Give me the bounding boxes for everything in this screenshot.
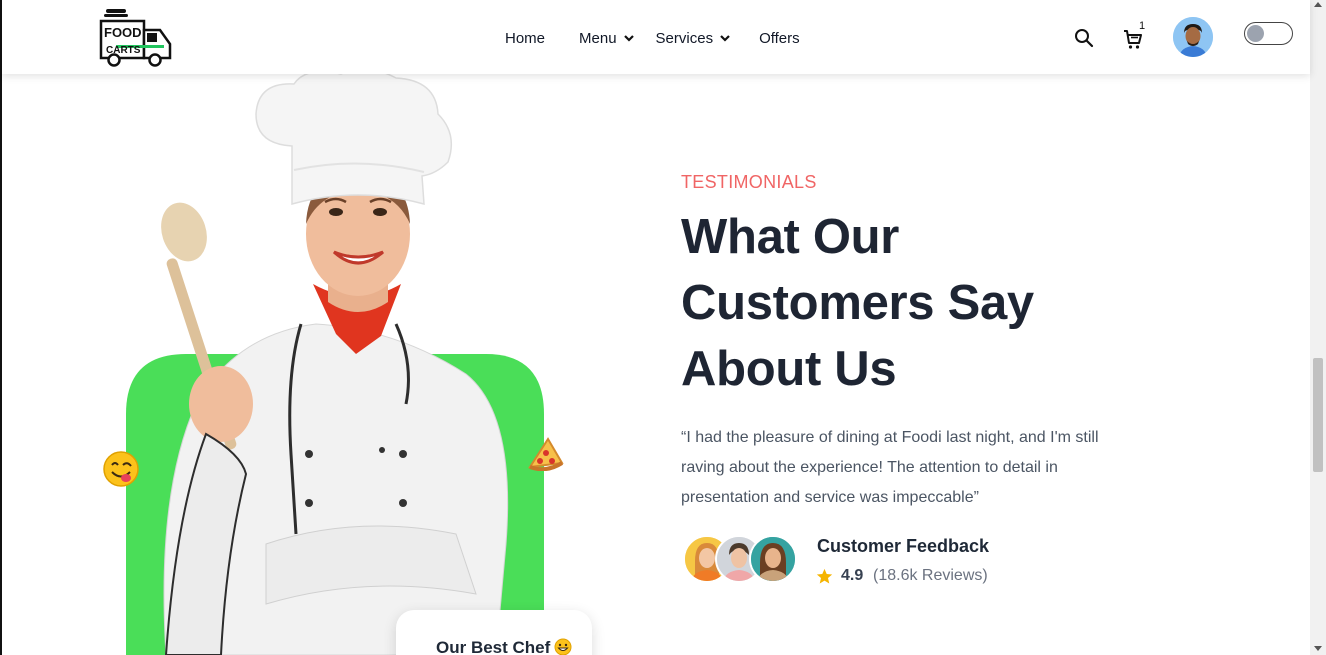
food-carts-logo[interactable]: FOOD CARTS xyxy=(98,8,176,68)
nav-services-dropdown[interactable]: Services xyxy=(656,28,732,48)
nav-home-link[interactable]: Home xyxy=(505,28,545,48)
customer-feedback-title: Customer Feedback xyxy=(817,536,990,556)
chevron-down-icon xyxy=(623,35,634,42)
nav-menu-label: Menu xyxy=(579,29,617,47)
chevron-down-icon xyxy=(720,35,730,42)
customer-avatar xyxy=(749,535,797,583)
nav-offers-label: Offers xyxy=(759,29,800,47)
section-title: What Our Customers Say About Us xyxy=(681,210,1034,396)
customer-avatar-icon xyxy=(751,537,795,581)
testimonials-eyebrow: TESTIMONIALS xyxy=(681,172,817,192)
main-nav: Home Menu Services Offers xyxy=(505,28,800,48)
nav-offers-link[interactable]: Offers xyxy=(759,28,800,48)
food-truck-icon: FOOD CARTS xyxy=(99,9,172,67)
nav-services-label: Services xyxy=(655,29,714,47)
testimonial-quote: “I had the pleasure of dining at Foodi l… xyxy=(681,429,1099,506)
best-chef-card: Our Best Chef xyxy=(396,610,592,655)
customer-avatars xyxy=(683,535,798,585)
nav-menu-dropdown[interactable]: Menu xyxy=(579,28,635,48)
scrollbar-thumb[interactable] xyxy=(1313,358,1323,472)
theme-toggle[interactable] xyxy=(1244,22,1293,45)
pizza-emoji xyxy=(528,437,564,471)
rating-value: 4.9 xyxy=(841,567,864,584)
star-icon xyxy=(816,568,833,584)
yum-face-emoji xyxy=(103,451,139,487)
logo-text-carts: CARTS xyxy=(106,45,141,56)
cart-count-badge: 1 xyxy=(1139,20,1146,32)
user-avatar-icon xyxy=(1173,17,1213,57)
scroll-up-arrow-icon[interactable] xyxy=(1314,2,1322,7)
page-scrollbar[interactable] xyxy=(1310,0,1326,655)
search-icon[interactable] xyxy=(1074,28,1094,48)
logo-text-food: FOOD xyxy=(104,25,142,40)
chef-illustration xyxy=(96,74,576,655)
review-count: (18.6k Reviews) xyxy=(873,567,988,584)
site-header: FOOD CARTS Home Menu Services Offers 1 xyxy=(2,0,1310,74)
user-avatar[interactable] xyxy=(1173,17,1213,57)
window-edge xyxy=(0,0,2,655)
best-chef-label: Our Best Chef xyxy=(436,638,551,655)
chef-image xyxy=(126,74,544,655)
theme-toggle-knob xyxy=(1247,25,1264,42)
scroll-down-arrow-icon[interactable] xyxy=(1314,646,1322,651)
grinning-emoji-icon xyxy=(554,638,572,655)
nav-home-label: Home xyxy=(505,29,546,47)
